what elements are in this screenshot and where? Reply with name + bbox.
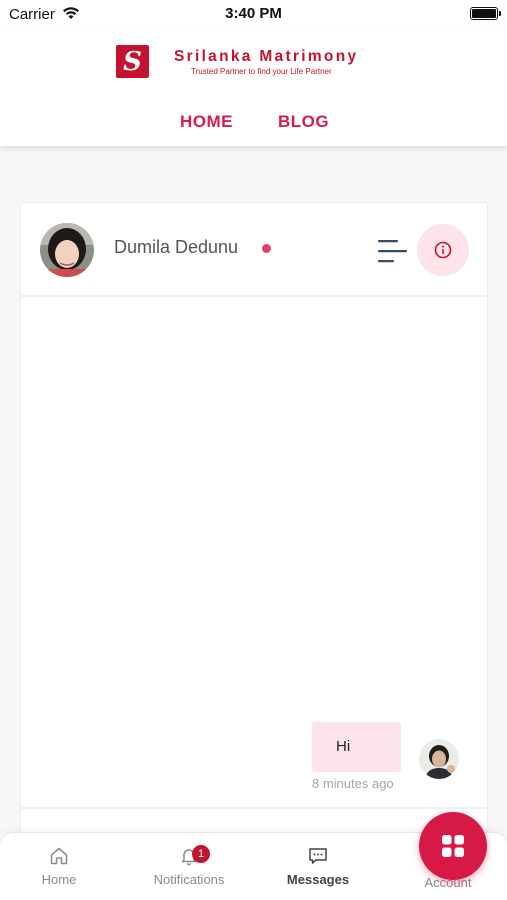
- nav-home-link[interactable]: HOME: [180, 112, 233, 132]
- message-bubble[interactable]: Hi: [312, 722, 401, 772]
- menu-fab-button[interactable]: [419, 812, 487, 880]
- message-timestamp: 8 minutes ago: [312, 776, 394, 791]
- notification-badge: 1: [192, 845, 210, 863]
- menu-icon[interactable]: [377, 238, 409, 264]
- clock: 3:40 PM: [225, 5, 282, 22]
- tab-messages-label: Messages: [286, 872, 350, 887]
- home-icon: [50, 847, 68, 865]
- logo-letter: S: [123, 47, 142, 77]
- brand-name: Srilanka Matrimony: [174, 48, 359, 65]
- message-text: Hi: [336, 738, 351, 755]
- my-avatar: [419, 739, 459, 779]
- app-header: S Srilanka Matrimony Trusted Partner to …: [0, 28, 507, 146]
- chat-icon: [309, 848, 327, 864]
- nav-blog-link[interactable]: BLOG: [278, 112, 329, 132]
- tab-notifications[interactable]: 1 Notifications: [134, 833, 244, 900]
- battery-icon: [470, 7, 501, 20]
- tab-notifications-label: Notifications: [153, 872, 225, 887]
- brand-tagline: Trusted Partner to find your Life Partne…: [191, 67, 332, 76]
- chat-header: Dumila Dedunu: [21, 203, 487, 297]
- logo-icon[interactable]: S: [116, 45, 149, 78]
- info-button[interactable]: [417, 224, 469, 276]
- contact-name: Dumila Dedunu: [114, 237, 239, 257]
- chat-card: Dumila Dedunu Hi 8 minutes ago: [20, 202, 488, 842]
- info-icon: [434, 241, 452, 259]
- grid-icon: [442, 835, 464, 857]
- tab-home-label: Home: [41, 872, 77, 887]
- tab-messages[interactable]: Messages: [263, 833, 373, 900]
- tab-home[interactable]: Home: [4, 833, 114, 900]
- message-list[interactable]: Hi 8 minutes ago: [21, 299, 487, 809]
- contact-avatar[interactable]: [40, 223, 94, 277]
- online-status-dot: [262, 244, 271, 253]
- status-bar: Carrier 3:40 PM: [0, 0, 507, 28]
- composer-divider: [21, 807, 487, 809]
